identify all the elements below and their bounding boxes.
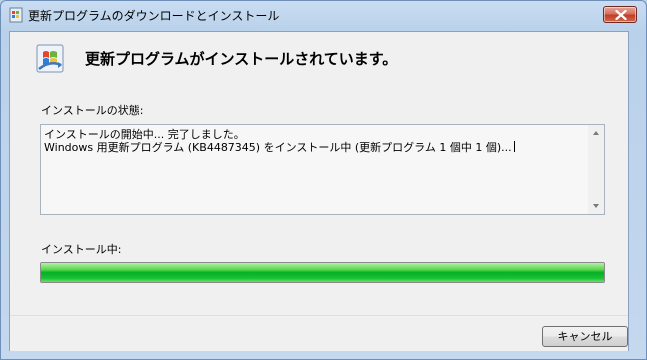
title-bar[interactable]: 更新プログラムのダウンロードとインストール [1,1,646,29]
dialog-body: 更新プログラムがインストールされています。 インストールの状態: インストールの… [9,31,629,351]
dialog-footer: キャンセル [10,315,628,351]
cancel-button[interactable]: キャンセル [542,326,628,347]
log-line: インストールの開始中... 完了しました。 [44,128,245,141]
log-line-text: Windows 用更新プログラム (KB4487345) をインストール中 (更… [44,141,512,154]
window-title: 更新プログラムのダウンロードとインストール [28,9,280,23]
windows-update-app-icon [9,7,23,23]
install-status-label: インストールの状態: [41,104,144,117]
scroll-up-arrow-icon[interactable] [588,125,604,141]
scroll-down-arrow-icon[interactable] [588,198,604,214]
close-icon [615,10,627,20]
install-log-textbox[interactable]: インストールの開始中... 完了しました。 Windows 用更新プログラム (… [40,124,605,215]
log-scrollbar[interactable] [588,125,604,214]
install-log-text: インストールの開始中... 完了しました。 Windows 用更新プログラム (… [44,128,584,154]
progress-fill [41,263,604,282]
page-title: 更新プログラムがインストールされています。 [85,50,398,68]
windows-update-icon [36,44,64,73]
text-caret [513,141,515,152]
update-window: 更新プログラムのダウンロードとインストール 更新プログラムがインストールされてい… [0,0,647,360]
close-button[interactable] [603,6,637,23]
log-line-current: Windows 用更新プログラム (KB4487345) をインストール中 (更… [44,141,584,154]
install-progress-bar [40,262,605,283]
progress-label: インストール中: [41,243,122,256]
